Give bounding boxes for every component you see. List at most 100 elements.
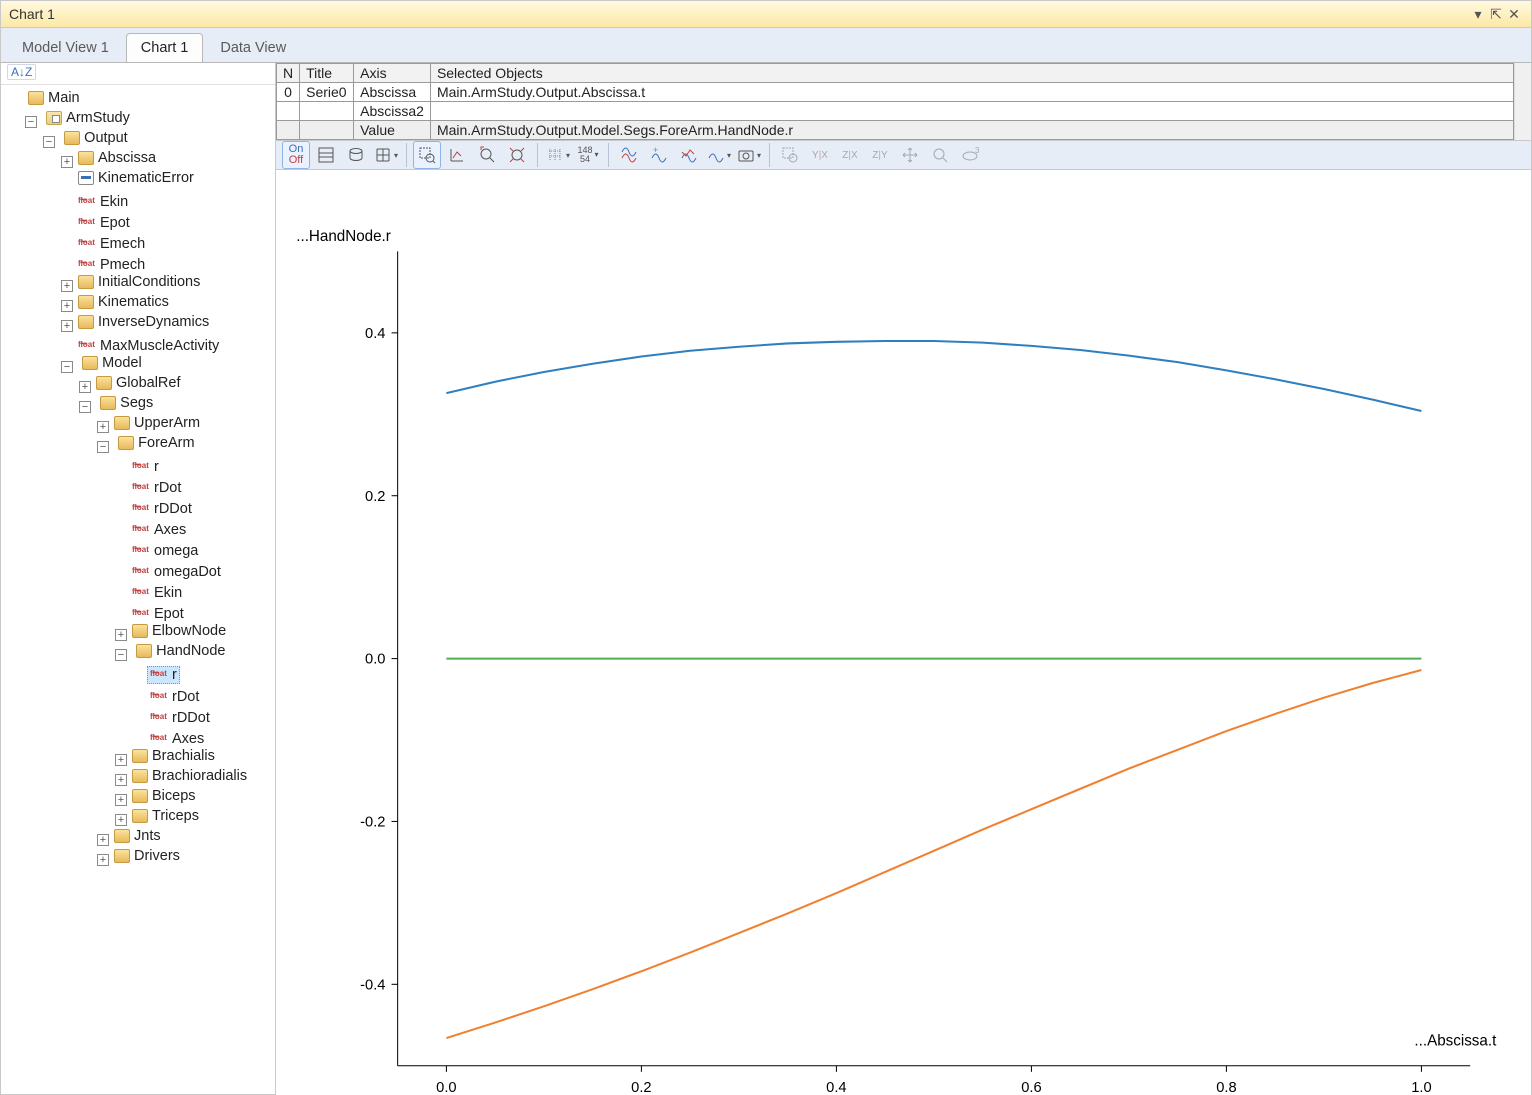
series-scrollbar[interactable]	[1514, 63, 1531, 140]
series-row[interactable]: 0Serie0AbscissaMain.ArmStudy.Output.Absc…	[277, 83, 1514, 102]
tree-node[interactable]: floatEkin	[129, 585, 185, 601]
svg-text:-0.4: -0.4	[360, 977, 385, 993]
object-tree[interactable]: Main − ArmStudy − Output +AbscissaKinema…	[1, 85, 275, 878]
tree-node[interactable]: InverseDynamics	[75, 314, 212, 330]
tree-node-handnode[interactable]: HandNode	[133, 643, 228, 659]
tree-node-armstudy[interactable]: ArmStudy	[43, 110, 133, 126]
window-title: Chart 1	[9, 0, 55, 28]
tree-toggle[interactable]: +	[115, 774, 127, 786]
window-minimize-icon[interactable]: ▾	[1469, 0, 1487, 28]
tree-node[interactable]: floatEpot	[75, 215, 133, 231]
tree-toggle[interactable]: −	[25, 116, 37, 128]
properties-button[interactable]	[312, 141, 340, 169]
tab-data-view[interactable]: Data View	[205, 33, 301, 62]
tree-node-model[interactable]: Model	[79, 355, 145, 371]
tree-node[interactable]: floatEkin	[75, 194, 131, 210]
series-style-1-button[interactable]	[615, 141, 643, 169]
tree-node[interactable]: InitialConditions	[75, 274, 203, 290]
tree-node-output[interactable]: Output	[61, 130, 131, 146]
sort-alpha-button[interactable]: A↓Z	[7, 64, 36, 80]
tree-node[interactable]: floatrDDot	[129, 501, 195, 517]
tree-node[interactable]: ElbowNode	[129, 623, 229, 639]
tree-toggle[interactable]: −	[61, 361, 73, 373]
tree-node-segs[interactable]: Segs	[97, 395, 156, 411]
tree-node[interactable]: Jnts	[111, 828, 164, 844]
tree-node[interactable]: Triceps	[129, 808, 202, 824]
window-detach-icon[interactable]: ⇱	[1487, 0, 1505, 28]
tree-toggle[interactable]: −	[115, 649, 127, 661]
tree-node[interactable]: floatomega	[129, 543, 201, 559]
view-zy-button: Z|Y	[866, 141, 894, 169]
chart-toolbar: OnOff ▾ ▾ 148 54▾ + ▾ ▾ Y|X Z|X Z|Y	[276, 140, 1531, 170]
tree-node[interactable]: Brachioradialis	[129, 768, 250, 784]
zoom-fit-button[interactable]	[503, 141, 531, 169]
tree-node[interactable]: Brachialis	[129, 748, 218, 764]
tree-node-main[interactable]: Main	[25, 90, 82, 106]
tree-toggle[interactable]: +	[115, 794, 127, 806]
series-col-axis[interactable]: Axis	[354, 64, 431, 83]
tree-toggle[interactable]: +	[61, 300, 73, 312]
tree-node[interactable]: floatrDot	[147, 689, 202, 705]
tree-toggle[interactable]: +	[61, 156, 73, 168]
zoom-xy-button[interactable]	[443, 141, 471, 169]
tree-node[interactable]: floatEmech	[75, 236, 148, 252]
tree-node[interactable]: Kinematics	[75, 294, 172, 310]
view-yx-button: Y|X	[806, 141, 834, 169]
tab-model-view[interactable]: Model View 1	[7, 33, 124, 62]
rotate-3d-button: 3D	[956, 141, 984, 169]
tree-toggle[interactable]: +	[97, 854, 109, 866]
tree-node[interactable]: Biceps	[129, 788, 199, 804]
tree-toggle[interactable]: +	[97, 834, 109, 846]
tree-toggle[interactable]: +	[115, 814, 127, 826]
tree-node[interactable]: floatr	[147, 666, 180, 684]
tree-node[interactable]: floatEpot	[129, 606, 187, 622]
tree-node[interactable]: floatMaxMuscleActivity	[75, 338, 222, 354]
tree-node[interactable]: floatomegaDot	[129, 564, 224, 580]
tree-toggle[interactable]: +	[79, 381, 91, 393]
tree-node[interactable]: Abscissa	[75, 150, 159, 166]
series-col-title[interactable]: Title	[300, 64, 354, 83]
tree-node[interactable]: floatrDot	[129, 480, 184, 496]
tree-node[interactable]: Drivers	[111, 848, 183, 864]
tree-toggle[interactable]: +	[61, 280, 73, 292]
gridlines-button[interactable]: ▾	[544, 141, 572, 169]
tree-toggle[interactable]: +	[97, 421, 109, 433]
series-col-objects[interactable]: Selected Objects	[430, 64, 1513, 83]
series-col-n[interactable]: N	[277, 64, 300, 83]
toggle-series-button[interactable]: OnOff	[282, 141, 310, 169]
tree-node[interactable]: UpperArm	[111, 415, 203, 431]
tree-toggle[interactable]: +	[61, 320, 73, 332]
data-button[interactable]	[342, 141, 370, 169]
tree-node-forearm[interactable]: ForeArm	[115, 435, 197, 451]
series-style-4-button[interactable]: ▾	[705, 141, 733, 169]
zoom-reset-button[interactable]	[473, 141, 501, 169]
tree-node[interactable]: floatPmech	[75, 257, 148, 273]
svg-text:...Abscissa.t: ...Abscissa.t	[1414, 1032, 1497, 1049]
number-format-button[interactable]: 148 54▾	[574, 141, 602, 169]
chart-canvas[interactable]: ...HandNode.r...Abscissa.t-0.4-0.20.00.2…	[276, 170, 1531, 1095]
tree-toggle[interactable]: −	[97, 441, 109, 453]
tree-toggle[interactable]: +	[115, 754, 127, 766]
zoom-select-button[interactable]	[413, 141, 441, 169]
svg-text:0.4: 0.4	[365, 326, 385, 342]
tree-toggle[interactable]: −	[43, 136, 55, 148]
zoom-region-3d-button	[776, 141, 804, 169]
tree-node[interactable]: KinematicError	[75, 170, 197, 186]
snapshot-button[interactable]: ▾	[735, 141, 763, 169]
tree-node[interactable]: GlobalRef	[93, 375, 183, 391]
series-style-3-button[interactable]	[675, 141, 703, 169]
series-style-2-button[interactable]: +	[645, 141, 673, 169]
tab-chart-1[interactable]: Chart 1	[126, 33, 204, 62]
tree-toggle[interactable]: −	[79, 401, 91, 413]
tree-node[interactable]: floatrDDot	[147, 710, 213, 726]
zoom-3d-button	[926, 141, 954, 169]
grid-button[interactable]: ▾	[372, 141, 400, 169]
tree-toggle[interactable]: +	[115, 629, 127, 641]
tree-node[interactable]: floatAxes	[147, 731, 207, 747]
series-row[interactable]: Abscissa2	[277, 102, 1514, 121]
series-row[interactable]: ValueMain.ArmStudy.Output.Model.Segs.For…	[277, 121, 1514, 140]
window-close-icon[interactable]: ✕	[1505, 0, 1523, 28]
tree-node[interactable]: floatr	[129, 459, 162, 475]
series-table[interactable]: N Title Axis Selected Objects 0Serie0Abs…	[276, 63, 1514, 140]
tree-node[interactable]: floatAxes	[129, 522, 189, 538]
